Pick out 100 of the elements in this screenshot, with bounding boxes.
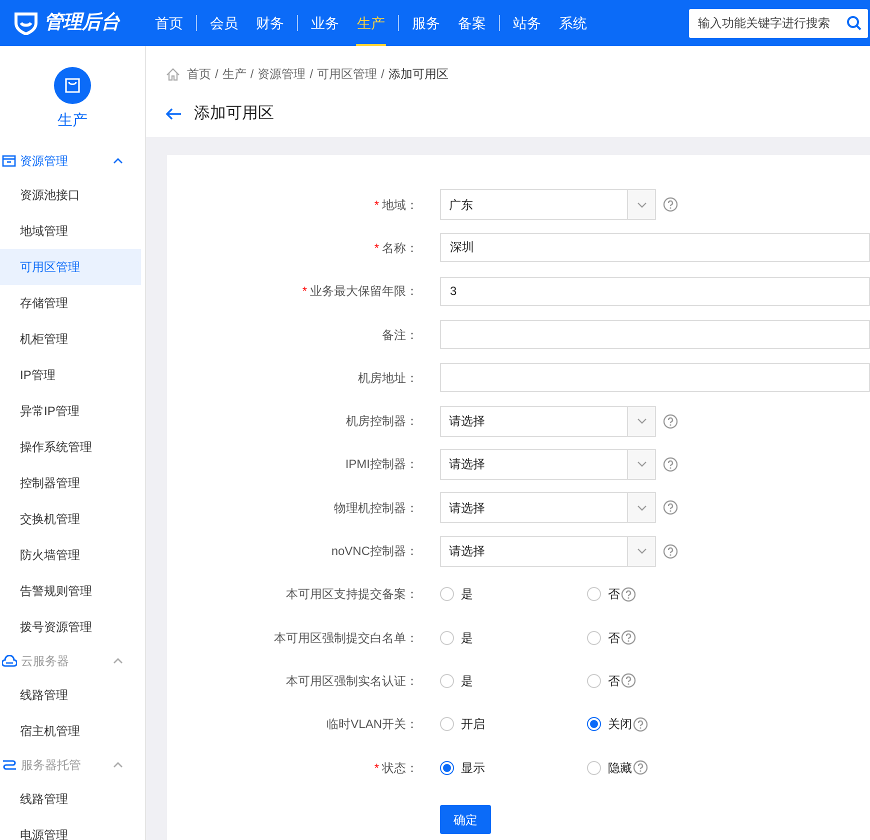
tray-icon (2, 154, 16, 168)
breadcrumb-current: 添加可用区 (388, 66, 448, 83)
logo-text: 管理后台 (44, 10, 120, 35)
sidebar-item[interactable]: 资源池接口 (0, 176, 145, 212)
search-field[interactable]: 输入功能关键字进行搜索 (689, 8, 868, 38)
search-icon[interactable] (846, 14, 862, 30)
select-field[interactable]: 请选择 (440, 448, 656, 480)
field-label: 本可用区强制提交白名单： (274, 630, 418, 645)
field-label: 状态： (382, 760, 418, 774)
sidebar-item[interactable]: IP管理 (0, 356, 145, 392)
help-icon[interactable] (663, 544, 678, 559)
bag-icon (54, 67, 91, 104)
text-field[interactable] (440, 320, 870, 350)
link-icon (2, 758, 17, 772)
nav-tab[interactable]: 财务 (255, 0, 285, 46)
home-icon[interactable] (166, 68, 180, 80)
breadcrumb-separator: / (215, 66, 218, 83)
breadcrumb-link[interactable]: 生产 (222, 65, 246, 83)
required-marker: * (302, 284, 307, 298)
sidebar-item[interactable]: 线路管理 (0, 676, 145, 712)
nav-tab[interactable]: 站务 (512, 0, 542, 46)
help-icon[interactable] (633, 760, 648, 775)
field-label: 名称： (382, 240, 418, 255)
select-field[interactable]: 请选择 (440, 536, 656, 567)
nav-tab[interactable]: 业务 (310, 0, 340, 46)
chevron-up-icon[interactable] (113, 762, 123, 768)
sidebar-item[interactable]: 地域管理 (0, 212, 145, 248)
sidebar-item[interactable]: 宿主机管理 (0, 712, 145, 748)
breadcrumb-separator: / (310, 66, 314, 83)
sidebar-item[interactable]: 存储管理 (0, 284, 145, 320)
chevron-up-icon[interactable] (113, 658, 123, 664)
chevron-down-icon (627, 190, 655, 220)
select-field[interactable]: 广东 (440, 189, 656, 220)
field-label: 机房控制器： (346, 414, 418, 428)
radio-label: 开启 (461, 716, 485, 734)
chevron-up-icon[interactable] (113, 158, 123, 164)
field-label: 本可用区支持提交备案： (286, 587, 418, 602)
breadcrumb-separator: / (381, 66, 384, 83)
cloud-icon (2, 654, 17, 666)
chevron-down-icon (627, 493, 655, 522)
field-label: IPMI控制器： (345, 457, 418, 472)
help-icon[interactable] (621, 586, 636, 602)
nav-tab[interactable]: 会员 (209, 0, 239, 46)
shield-logo-icon (14, 11, 38, 35)
field-label: 业务最大保留年限： (310, 284, 418, 298)
help-icon[interactable] (663, 414, 678, 429)
help-icon[interactable] (663, 500, 678, 516)
field-label: 临时VLAN开关： (326, 717, 418, 732)
chevron-down-icon (627, 406, 655, 436)
sidebar-item[interactable]: 异常IP管理 (0, 392, 145, 428)
required-marker: * (374, 198, 379, 212)
module-title: 生产 (58, 111, 88, 131)
radio-label: 否 (608, 672, 620, 690)
nav-tab[interactable]: 首页 (154, 0, 184, 46)
field-label: 本可用区强制实名认证： (286, 674, 418, 688)
text-field[interactable]: 深圳 (440, 233, 870, 262)
help-icon[interactable] (633, 716, 648, 732)
sidebar-item[interactable]: 拨号资源管理 (0, 608, 145, 644)
sidebar-item[interactable]: 操作系统管理 (0, 428, 145, 464)
radio-label: 隐藏 (608, 760, 632, 776)
breadcrumb-separator: / (250, 66, 254, 83)
field-label: 地域： (382, 198, 418, 212)
sidebar-item[interactable]: 电源管理 (0, 816, 145, 840)
radio-button[interactable] (440, 760, 454, 774)
sidebar-item[interactable]: 交换机管理 (0, 500, 145, 536)
breadcrumb-link[interactable]: 资源管理 (258, 65, 306, 83)
group-title[interactable]: 资源管理 (20, 152, 68, 170)
breadcrumb-link[interactable]: 首页 (187, 65, 211, 83)
radio-button[interactable] (587, 717, 601, 732)
back-arrow-icon[interactable] (166, 108, 182, 120)
required-marker: * (374, 240, 379, 255)
sidebar-item[interactable]: 防火墙管理 (0, 536, 145, 572)
sidebar-item[interactable]: 可用区管理 (0, 248, 141, 284)
help-icon[interactable] (663, 456, 678, 472)
help-icon[interactable] (621, 630, 636, 646)
nav-tab[interactable]: 备案 (457, 0, 487, 46)
sidebar-item[interactable]: 线路管理 (0, 780, 145, 816)
select-field[interactable]: 请选择 (440, 406, 656, 437)
radio-label: 否 (608, 586, 620, 604)
select-field[interactable]: 请选择 (440, 492, 656, 524)
text-field[interactable]: 3 (440, 276, 870, 306)
help-icon[interactable] (621, 673, 636, 688)
nav-tab[interactable]: 系统 (558, 0, 588, 46)
sidebar-item[interactable]: 控制器管理 (0, 464, 145, 500)
radio-label: 是 (461, 630, 473, 647)
chevron-down-icon (627, 450, 655, 479)
radio-label: 是 (461, 672, 473, 690)
help-icon[interactable] (663, 197, 678, 212)
radio-label: 是 (461, 586, 473, 604)
field-label: noVNC控制器： (331, 544, 418, 558)
breadcrumb-link[interactable]: 可用区管理 (317, 65, 378, 83)
sidebar-item[interactable]: 机柜管理 (0, 320, 145, 356)
radio-label: 关闭 (608, 716, 632, 734)
nav-tab[interactable]: 服务 (411, 0, 441, 46)
chevron-down-icon (627, 536, 655, 566)
text-field[interactable] (440, 363, 870, 392)
field-label: 物理机控制器： (334, 500, 418, 515)
required-marker: * (374, 760, 379, 774)
sidebar-item[interactable]: 告警规则管理 (0, 572, 145, 608)
submit-button[interactable]: 确定 (440, 805, 491, 834)
